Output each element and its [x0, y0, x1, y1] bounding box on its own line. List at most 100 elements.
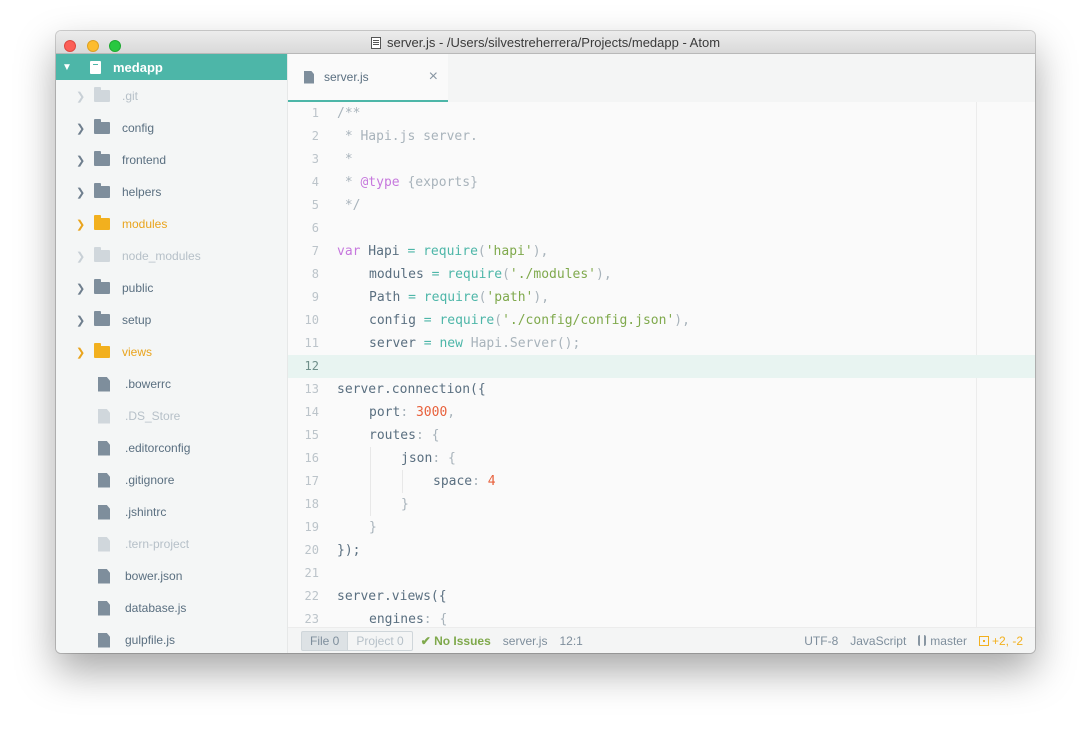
- line-number[interactable]: 5: [288, 194, 319, 217]
- indent-guide: [337, 309, 369, 332]
- code-line[interactable]: 17 space: 4: [288, 470, 1035, 493]
- close-icon[interactable]: ×: [429, 68, 438, 86]
- line-source: Path = require('path'),: [319, 286, 549, 309]
- line-number[interactable]: 21: [288, 562, 319, 585]
- tree-item-database-js[interactable]: database.js: [56, 592, 287, 624]
- close-window-button[interactable]: [64, 40, 76, 52]
- tree-item-dot-tern-project[interactable]: .tern-project: [56, 528, 287, 560]
- code-line[interactable]: 2 * Hapi.js server.: [288, 125, 1035, 148]
- code-line[interactable]: 9 Path = require('path'),: [288, 286, 1035, 309]
- line-number[interactable]: 16: [288, 447, 319, 470]
- line-number[interactable]: 20: [288, 539, 319, 562]
- chevron-right-icon[interactable]: ❯: [76, 186, 94, 199]
- code-line[interactable]: 4 * @type {exports}: [288, 171, 1035, 194]
- code-token: require: [439, 313, 495, 328]
- line-number[interactable]: 3: [288, 148, 319, 171]
- line-number[interactable]: 14: [288, 401, 319, 424]
- chevron-right-icon[interactable]: ❯: [76, 90, 94, 103]
- code-line[interactable]: 18}: [288, 493, 1035, 516]
- linter-project-button[interactable]: Project 0: [348, 630, 413, 651]
- code-line[interactable]: 5 */: [288, 194, 1035, 217]
- tree-item-node-modules[interactable]: ❯ node_modules: [56, 240, 287, 272]
- code-line[interactable]: 1 /**: [288, 102, 1035, 125]
- minimize-window-button[interactable]: [86, 40, 99, 52]
- tree-item-helpers[interactable]: ❯ helpers: [56, 176, 287, 208]
- git-branch[interactable]: master: [918, 634, 967, 648]
- code-line[interactable]: 6: [288, 217, 1035, 240]
- zoom-window-button[interactable]: [109, 40, 122, 52]
- cursor-position[interactable]: 12:1: [559, 634, 582, 648]
- line-number[interactable]: 7: [288, 240, 319, 263]
- tree-item-dot-gitignore[interactable]: .gitignore: [56, 464, 287, 496]
- code-line[interactable]: 19}: [288, 516, 1035, 539]
- line-number[interactable]: 8: [288, 263, 319, 286]
- status-filename[interactable]: server.js: [503, 634, 548, 648]
- tab-server-js[interactable]: server.js ×: [288, 54, 448, 102]
- tree-item-dot-ds-store[interactable]: .DS_Store: [56, 400, 287, 432]
- line-number[interactable]: 22: [288, 585, 319, 608]
- tree-item-label: helpers: [122, 185, 162, 199]
- repo-icon: [90, 60, 101, 74]
- git-diff-status[interactable]: +2, -2: [978, 634, 1023, 648]
- tree-item-dot-git[interactable]: ❯ .git: [56, 80, 287, 112]
- code-editor[interactable]: 1/** 2 * Hapi.js server. 3 * 4 * @type {exp…: [288, 102, 1035, 627]
- tree-item-dot-jshintrc[interactable]: .jshintrc: [56, 496, 287, 528]
- line-number[interactable]: 13: [288, 378, 319, 401]
- tree-item-public[interactable]: ❯ public: [56, 272, 287, 304]
- tree-item-gulpfile-js[interactable]: gulpfile.js: [56, 624, 287, 653]
- code-line[interactable]: 13 server.connection({: [288, 378, 1035, 401]
- line-number[interactable]: 1: [288, 102, 319, 125]
- code-line[interactable]: 23 engines: {: [288, 608, 1035, 627]
- file-icon: [98, 472, 110, 488]
- tree-item-label: gulpfile.js: [125, 633, 176, 647]
- line-number[interactable]: 18: [288, 493, 319, 516]
- code-line[interactable]: 10 config = require('./config/config.json…: [288, 309, 1035, 332]
- line-number[interactable]: 12: [288, 355, 319, 378]
- indent-guide: [337, 516, 369, 539]
- linter-status[interactable]: ✔ No Issues: [421, 634, 491, 648]
- chevron-right-icon[interactable]: ❯: [76, 314, 94, 327]
- line-number[interactable]: 9: [288, 286, 319, 309]
- chevron-right-icon[interactable]: ❯: [76, 346, 94, 359]
- line-number[interactable]: 15: [288, 424, 319, 447]
- code-line[interactable]: 21: [288, 562, 1035, 585]
- tree-item-bower-json[interactable]: bower.json: [56, 560, 287, 592]
- code-token: (: [477, 244, 486, 259]
- line-number[interactable]: 10: [288, 309, 319, 332]
- tree-item-modules[interactable]: ❯ modules: [56, 208, 287, 240]
- code-line[interactable]: 14 port: 3000,: [288, 401, 1035, 424]
- line-number[interactable]: 17: [288, 470, 319, 493]
- code-line[interactable]: 12: [288, 355, 1035, 378]
- line-number[interactable]: 4: [288, 171, 319, 194]
- chevron-right-icon[interactable]: ❯: [76, 122, 94, 135]
- line-number[interactable]: 11: [288, 332, 319, 355]
- code-line[interactable]: 22 server.views({: [288, 585, 1035, 608]
- chevron-right-icon[interactable]: ❯: [76, 218, 94, 231]
- line-number[interactable]: 6: [288, 217, 319, 240]
- tree-item-setup[interactable]: ❯ setup: [56, 304, 287, 336]
- encoding-selector[interactable]: UTF-8: [804, 634, 838, 648]
- tree-item-config[interactable]: ❯ config: [56, 112, 287, 144]
- grammar-selector[interactable]: JavaScript: [850, 634, 906, 648]
- code-line[interactable]: 11 server = new Hapi.Server();: [288, 332, 1035, 355]
- linter-file-button[interactable]: File 0: [301, 630, 349, 651]
- line-number[interactable]: 19: [288, 516, 319, 539]
- tree-item-frontend[interactable]: ❯ frontend: [56, 144, 287, 176]
- chevron-right-icon[interactable]: ❯: [76, 282, 94, 295]
- line-number[interactable]: 2: [288, 125, 319, 148]
- indent-guide: [369, 493, 401, 516]
- code-token: });: [337, 543, 361, 558]
- chevron-right-icon[interactable]: ❯: [76, 250, 94, 263]
- code-line[interactable]: 7 var Hapi = require('hapi'),: [288, 240, 1035, 263]
- code-line[interactable]: 3 *: [288, 148, 1035, 171]
- line-number[interactable]: 23: [288, 608, 319, 627]
- tree-item-dot-editorconfig[interactable]: .editorconfig: [56, 432, 287, 464]
- tree-root-medapp[interactable]: ▼ medapp: [56, 54, 287, 80]
- tree-item-dot-bowerrc[interactable]: .bowerrc: [56, 368, 287, 400]
- tree-item-views[interactable]: ❯ views: [56, 336, 287, 368]
- code-line[interactable]: 20});: [288, 539, 1035, 562]
- chevron-right-icon[interactable]: ❯: [76, 154, 94, 167]
- code-line[interactable]: 8 modules = require('./modules'),: [288, 263, 1035, 286]
- code-line[interactable]: 15 routes: {: [288, 424, 1035, 447]
- code-line[interactable]: 16 json: {: [288, 447, 1035, 470]
